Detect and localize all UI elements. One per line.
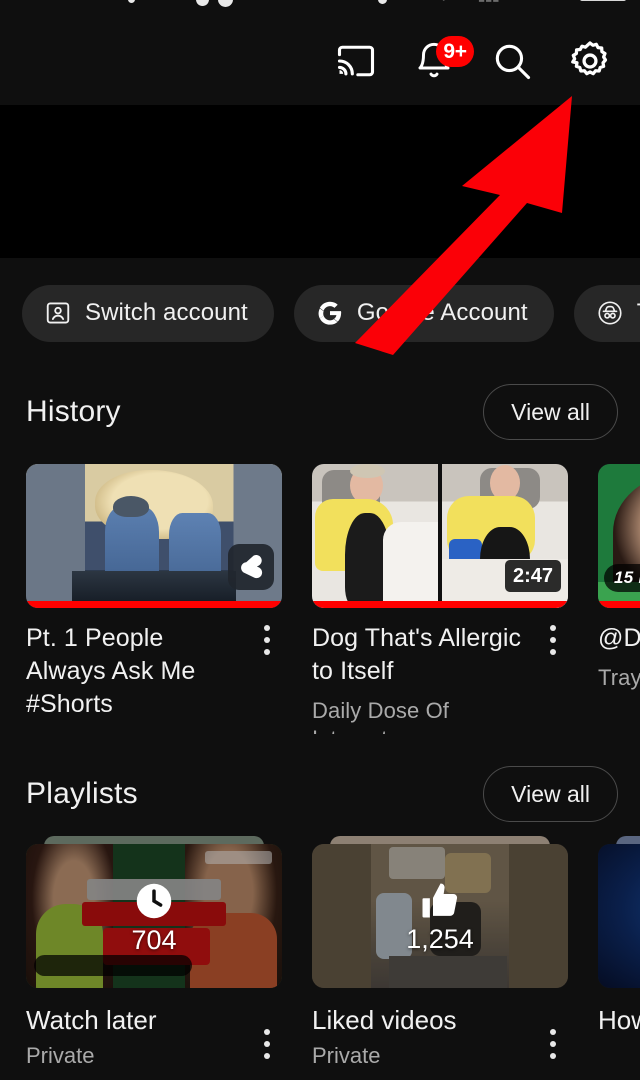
view-all-label: View all [511,780,590,807]
history-card[interactable]: 2:47 Dog That's Allergic to Itself Daily… [312,464,568,734]
playlist-more-options-button[interactable] [250,1022,284,1066]
video-more-options-button[interactable] [536,618,570,662]
chip-switch-account[interactable]: Switch account [22,284,274,342]
history-shelf[interactable]: Pt. 1 People Always Ask Me #Shorts Choll… [0,464,640,734]
playlist-privacy: Private [26,1043,95,1068]
cast-icon[interactable] [320,25,392,97]
playlist-card[interactable]: How… You… [598,836,640,1080]
playlist-cover: 704 [26,844,282,988]
playlist-card[interactable]: 1,254 Liked videos Private [312,836,568,1080]
video-duration-badge: 2:47 [504,560,561,592]
history-card[interactable]: 15 LAKH @D… Clas… Traya… [598,464,640,734]
video-channel: Daily Dose Of Internet [312,698,450,734]
watch-progress-bar [312,601,568,608]
playlist-privacy: Private [312,1043,381,1068]
video-thumbnail[interactable]: 2:47 [312,464,568,608]
playlists-shelf[interactable]: 704 Watch later Private 1,254 Liked vide… [0,836,640,1080]
watch-progress-bar [598,601,640,608]
playlist-count-overlay: 704 [26,844,282,988]
battery-icon [580,0,626,1]
chip-turn-on-incognito[interactable]: Turn on [573,284,640,342]
watch-progress-bar [26,601,282,608]
search-icon[interactable] [476,25,548,97]
view-all-label: View all [511,398,590,425]
thumbs-up-icon [422,883,458,917]
playlist-meta: Watch later Private [26,1004,282,1070]
status-network-label: KB/S [424,0,455,4]
video-title: Pt. 1 People Always Ask Me #Shorts [26,624,196,718]
playlist-title: How… You… [598,1005,640,1035]
playlist-video-count: 704 [131,924,177,955]
account-chip-row[interactable]: Switch account Google Account Turn on [0,282,640,344]
playlist-cover: 1,254 [312,844,568,988]
status-signal-label: ▮▮▮ [478,0,499,4]
notification-badge: 9+ [436,35,474,67]
notifications-icon[interactable]: 9+ [398,25,474,97]
status-bar: KB/S ▮▮▮ [0,0,640,16]
playlist-more-options-button[interactable] [536,1022,570,1066]
history-card[interactable]: Pt. 1 People Always Ask Me #Shorts Choll… [26,464,282,734]
shorts-badge-icon [228,544,274,590]
video-thumbnail[interactable] [26,464,282,608]
chip-label: Google Account [356,299,528,326]
video-more-options-button[interactable] [250,618,284,662]
playlist-video-count: 1,254 [406,923,474,954]
playlist-count-overlay: 1,254 [312,844,568,988]
playlist-card[interactable]: 704 Watch later Private [26,836,282,1080]
history-view-all-button[interactable]: View all [483,384,618,440]
clock-icon [136,883,172,918]
playlist-title: Liked videos [312,1005,457,1035]
playlists-title: Playlists [26,777,138,810]
video-meta: @D… Clas… Traya… [598,608,640,692]
video-thumbnail[interactable]: 15 LAKH [598,464,640,608]
playlist-title: Watch later [26,1005,157,1035]
chip-label: Switch account [85,299,248,326]
status-dot-2 [196,0,209,6]
status-dot-3 [218,0,233,7]
video-title: Dog That's Allergic to Itself [312,624,522,685]
playlist-thumbnail[interactable]: 1,254 [312,836,568,988]
playlist-meta: Liked videos Private [312,1004,568,1070]
playlist-meta: How… You… [598,1004,640,1036]
chip-google-account[interactable]: Google Account [293,284,554,342]
status-dot-4 [378,0,387,4]
status-dot-1 [128,0,135,3]
playlist-thumbnail[interactable] [598,836,640,988]
settings-gear-icon[interactable] [554,25,626,97]
playlist-cover-art [598,844,640,988]
top-app-bar: 9+ [0,16,640,105]
channel-banner [0,105,640,258]
playlists-section-header: Playlists View all [0,758,640,830]
youtube-account-screen: KB/S ▮▮▮ 9+ [0,0,640,1080]
playlists-view-all-button[interactable]: View all [483,766,618,822]
video-meta: Pt. 1 People Always Ask Me #Shorts Choll… [26,608,282,734]
thumbnail-views-badge: 15 LAKH [604,564,640,592]
history-title: History [26,395,121,428]
video-meta: Dog That's Allergic to Itself Daily Dose… [312,608,568,734]
playlist-cover [598,844,640,988]
playlist-thumbnail[interactable]: 704 [26,836,282,988]
video-channel: Choll Kim MD PhD [26,730,238,734]
history-section-header: History View all [0,376,640,448]
video-channel: Traya… [598,665,640,690]
video-title: @D… Clas… [598,624,640,652]
